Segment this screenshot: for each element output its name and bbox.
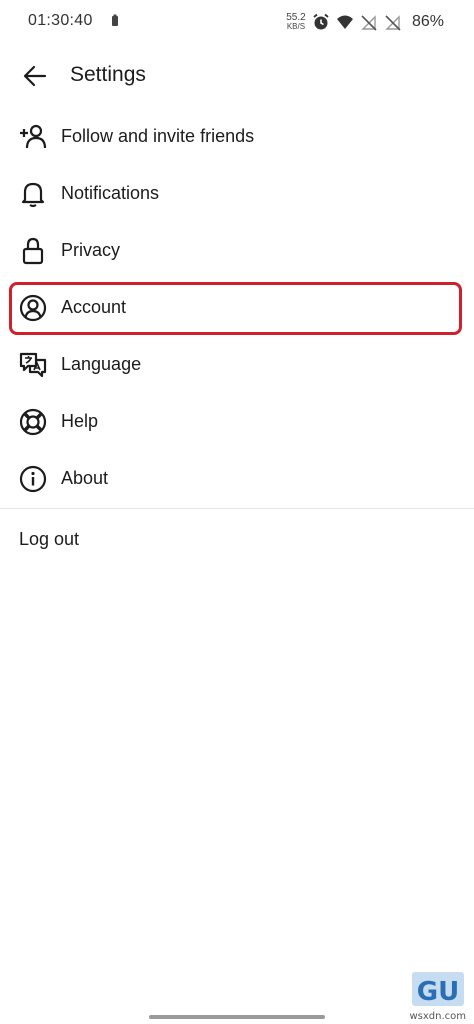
menu-item-label: About [61,468,109,488]
app-bar: Settings [0,50,474,102]
divider [0,508,474,509]
network-speed-unit: KB/S [286,22,306,31]
menu-item-label: Notifications [61,183,160,203]
network-speed: 55.2 KB/S [286,13,306,31]
alarm-icon [313,13,329,30]
menu-item-language[interactable]: Language [0,336,474,393]
no-signal-icon-2 [385,15,401,31]
menu-item-label: Help [61,411,99,431]
menu-item-label: Language [61,354,142,374]
add-person-icon [18,122,48,152]
svg-text:GU: GU [417,977,459,1007]
battery-saver-icon [112,14,118,26]
translate-icon [18,350,48,380]
account-circle-icon [18,293,48,323]
status-icons: 55.2 KB/S 86% [286,11,444,33]
page-title: Settings [70,63,146,86]
status-bar: 01:30:40 55.2 KB/S 86% [0,0,474,44]
status-time: 01:30:40 [28,12,93,29]
lock-icon [18,236,48,266]
menu-item-privacy[interactable]: Privacy [0,222,474,279]
back-button[interactable] [20,62,50,90]
menu-item-follow-invite[interactable]: Follow and invite friends [0,108,474,165]
menu-item-about[interactable]: About [0,450,474,507]
bell-icon [18,179,48,209]
settings-menu: Follow and invite friends Notifications … [0,108,474,507]
wifi-icon [336,15,353,29]
menu-item-label: Privacy [61,240,121,260]
menu-item-account[interactable]: Account [0,279,474,336]
gadgets-logo-watermark: GU [412,972,464,1007]
back-arrow-icon [23,65,47,87]
menu-item-label: Follow and invite friends [61,126,255,146]
lifebuoy-icon [18,407,48,437]
info-icon [18,464,48,494]
no-signal-icon [361,15,377,31]
home-indicator[interactable] [149,1015,325,1019]
battery-level: 86% [411,13,444,30]
watermark-site: wsxdn.com [409,1011,466,1022]
menu-item-label: Account [61,297,127,317]
logout-button[interactable]: Log out [19,529,79,550]
menu-item-notifications[interactable]: Notifications [0,165,474,222]
menu-item-help[interactable]: Help [0,393,474,450]
